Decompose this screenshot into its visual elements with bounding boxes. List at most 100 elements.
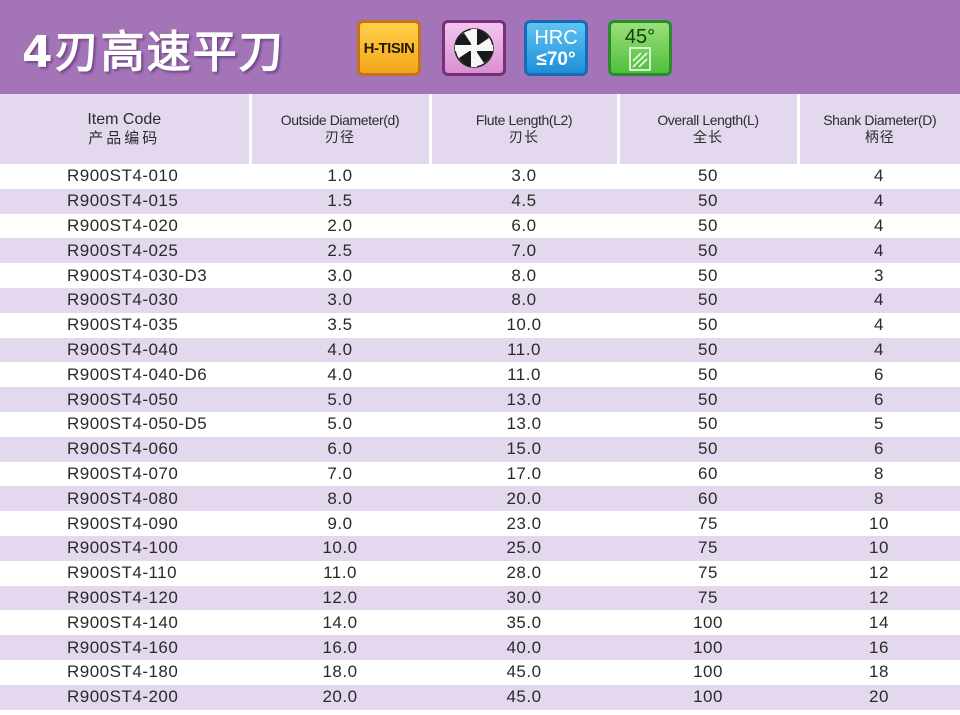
cell-shank-diameter: 4 [798,238,960,264]
cell-overall-length: 50 [618,362,798,388]
cell-flute-length: 13.0 [430,411,618,437]
cell-code: R900ST4-035 [0,312,250,338]
cell-code: R900ST4-030-D3 [0,263,250,288]
cell-flute-length: 45.0 [430,684,618,710]
cell-shank-diameter: 4 [798,287,960,313]
cell-shank-diameter: 3 [798,263,960,288]
table-row: R900ST4-035 3.5 10.0 50 4 [0,312,960,338]
table-row: R900ST4-100 10.0 25.0 75 10 [0,535,960,561]
cell-overall-length: 50 [618,337,798,363]
cell-overall-length: 50 [618,164,798,189]
cell-code: R900ST4-090 [0,511,250,536]
table-row: R900ST4-120 12.0 30.0 75 12 [0,585,960,611]
cell-outside-diameter: 6.0 [250,436,430,462]
cell-outside-diameter: 3.5 [250,312,430,338]
cell-flute-length: 17.0 [430,461,618,487]
hrc-label: HRC [534,26,578,49]
cell-outside-diameter: 4.0 [250,362,430,388]
cell-shank-diameter: 12 [798,585,960,611]
table-row: R900ST4-050-D5 5.0 13.0 50 5 [0,411,960,437]
cell-outside-diameter: 10.0 [250,535,430,561]
cell-overall-length: 50 [618,213,798,239]
cell-outside-diameter: 1.5 [250,188,430,214]
table-row: R900ST4-070 7.0 17.0 60 8 [0,461,960,487]
cell-flute-length: 7.0 [430,238,618,264]
header-shank-diameter: Shank Diameter(D) 柄径 [798,94,960,164]
table-row: R900ST4-060 6.0 15.0 50 6 [0,436,960,462]
cell-overall-length: 75 [618,535,798,561]
table-row: R900ST4-090 9.0 23.0 75 10 [0,511,960,536]
cell-overall-length: 50 [618,387,798,412]
header-item-code: Item Code 产品编码 [0,94,252,164]
cell-code: R900ST4-010 [0,164,250,189]
cell-code: R900ST4-200 [0,684,250,710]
table-row: R900ST4-040-D6 4.0 11.0 50 6 [0,362,960,388]
cell-outside-diameter: 9.0 [250,511,430,536]
cell-flute-length: 40.0 [430,635,618,660]
cell-code: R900ST4-180 [0,659,250,685]
cell-outside-diameter: 3.0 [250,287,430,313]
cell-overall-length: 100 [618,659,798,685]
table-row: R900ST4-050 5.0 13.0 50 6 [0,387,960,412]
cell-shank-diameter: 8 [798,486,960,512]
cell-code: R900ST4-040-D6 [0,362,250,388]
table-header-row: Item Code 产品编码 Outside Diameter(d) 刃径 Flut… [0,94,960,164]
cell-code: R900ST4-015 [0,188,250,214]
cell-code: R900ST4-070 [0,461,250,487]
title-banner: 4刃高速平刀 H-TISIN HRC ≤70° 45° [0,0,960,94]
coating-label: H-TISIN [363,39,415,57]
cell-flute-length: 11.0 [430,362,618,388]
helix-angle-value: 45° [624,26,656,48]
cell-code: R900ST4-120 [0,585,250,611]
cell-flute-length: 30.0 [430,585,618,611]
cell-shank-diameter: 6 [798,362,960,388]
cell-flute-length: 45.0 [430,659,618,685]
cell-overall-length: 100 [618,610,798,636]
cell-code: R900ST4-020 [0,213,250,239]
cell-overall-length: 50 [618,188,798,214]
product-table: Item Code 产品编码 Outside Diameter(d) 刃径 Flut… [0,94,960,710]
header-overall-length: Overall Length(L) 全长 [618,94,800,164]
cell-flute-length: 10.0 [430,312,618,338]
table-row: R900ST4-030-D3 3.0 8.0 50 3 [0,263,960,288]
cell-shank-diameter: 4 [798,337,960,363]
four-flute-badge [442,20,506,76]
cell-outside-diameter: 20.0 [250,684,430,710]
cell-flute-length: 8.0 [430,287,618,313]
cell-flute-length: 25.0 [430,535,618,561]
cell-overall-length: 50 [618,238,798,264]
table-row: R900ST4-025 2.5 7.0 50 4 [0,238,960,264]
helix-angle-badge: 45° [608,20,672,76]
cell-overall-length: 50 [618,436,798,462]
table-row: R900ST4-015 1.5 4.5 50 4 [0,188,960,214]
cell-overall-length: 60 [618,461,798,487]
header-flute-length: Flute Length(L2) 刃长 [430,94,620,164]
hardness-badge: HRC ≤70° [524,20,588,76]
cell-shank-diameter: 16 [798,635,960,660]
cell-overall-length: 50 [618,287,798,313]
table-row: R900ST4-160 16.0 40.0 100 16 [0,635,960,660]
cell-shank-diameter: 14 [798,610,960,636]
cell-code: R900ST4-140 [0,610,250,636]
table-body: R900ST4-010 1.0 3.0 50 4 R900ST4-015 1.5 4.5 50 4… [0,164,960,710]
cell-overall-length: 100 [618,684,798,710]
cell-shank-diameter: 10 [798,511,960,536]
cell-outside-diameter: 16.0 [250,635,430,660]
cell-flute-length: 3.0 [430,164,618,189]
cell-flute-length: 6.0 [430,213,618,239]
cell-shank-diameter: 5 [798,411,960,437]
cell-overall-length: 100 [618,635,798,660]
cell-outside-diameter: 7.0 [250,461,430,487]
page-title: 4刃高速平刀 [22,27,285,78]
cell-shank-diameter: 20 [798,684,960,710]
cell-overall-length: 50 [618,312,798,338]
hrc-value: ≤70° [536,48,576,70]
table-row: R900ST4-010 1.0 3.0 50 4 [0,164,960,189]
cell-flute-length: 35.0 [430,610,618,636]
cell-outside-diameter: 5.0 [250,387,430,412]
cell-code: R900ST4-110 [0,560,250,586]
header-outside-diameter: Outside Diameter(d) 刃径 [250,94,432,164]
cell-shank-diameter: 8 [798,461,960,487]
cell-flute-length: 15.0 [430,436,618,462]
cell-code: R900ST4-040 [0,337,250,363]
